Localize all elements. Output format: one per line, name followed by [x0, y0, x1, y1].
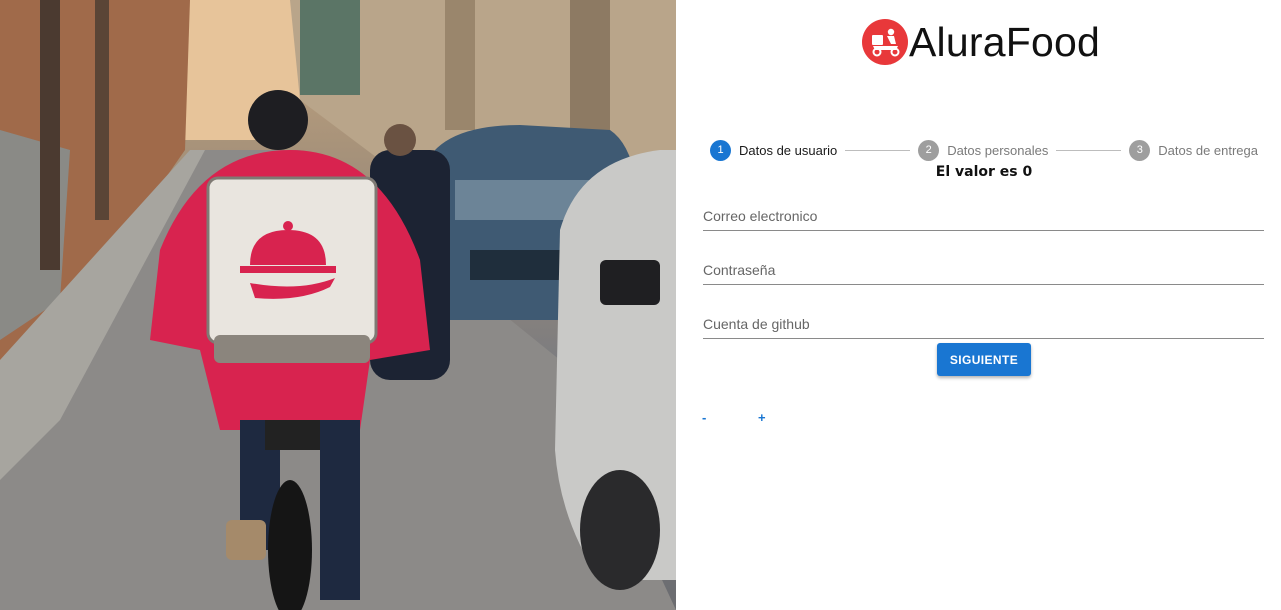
step-datos-de-entrega[interactable]: 3 Datos de entrega — [1129, 139, 1258, 161]
delivery-scooter-icon — [862, 19, 908, 65]
brand-name: AluraFood — [909, 18, 1100, 65]
password-input[interactable] — [703, 262, 1264, 278]
step-datos-de-usuario[interactable]: 1 Datos de usuario — [710, 139, 838, 161]
step-number-2: 2 — [918, 139, 940, 161]
progress-stepper: 1 Datos de usuario 2 Datos personales 3 … — [710, 139, 1258, 161]
step-label-2: Datos personales — [947, 142, 1049, 158]
github-field — [703, 299, 1264, 339]
step-connector — [845, 149, 911, 151]
counter-value-text: El valor es 0 — [935, 164, 1033, 180]
github-input[interactable] — [703, 316, 1264, 332]
step-label-1: Datos de usuario — [739, 142, 838, 158]
step-connector — [1056, 149, 1122, 151]
increment-button[interactable]: + — [758, 410, 766, 425]
hero-photo — [0, 0, 676, 610]
step-number-3: 3 — [1129, 139, 1151, 161]
delivery-cyclist-photo — [0, 0, 676, 610]
brand-header: AluraFood — [862, 18, 1100, 66]
step-number-1: 1 — [710, 139, 731, 161]
signup-panel: AluraFood 1 Datos de usuario 2 Datos per… — [676, 0, 1281, 610]
email-field — [703, 191, 1264, 231]
step-datos-personales[interactable]: 2 Datos personales — [918, 139, 1049, 161]
password-field — [703, 245, 1264, 285]
decrement-button[interactable]: - — [702, 410, 706, 425]
email-input[interactable] — [703, 208, 1264, 224]
next-button[interactable]: SIGUIENTE — [937, 343, 1031, 376]
step-label-3: Datos de entrega — [1158, 142, 1258, 158]
